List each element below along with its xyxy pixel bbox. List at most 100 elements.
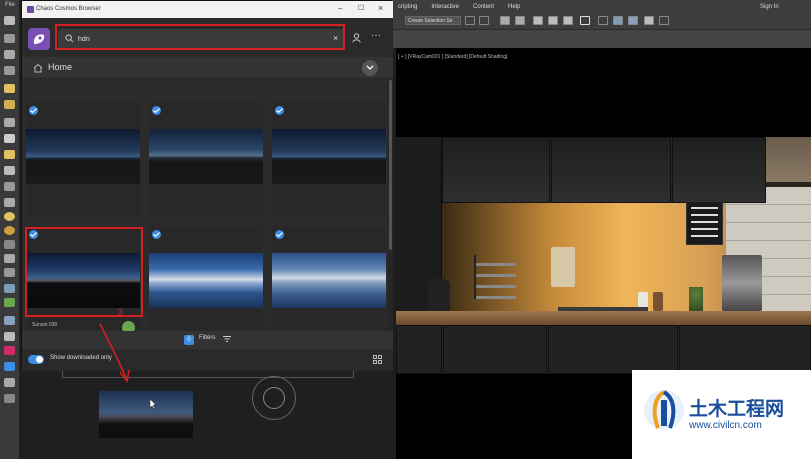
tool-icon[interactable]: [4, 198, 15, 207]
hdri-thumbnail: [272, 253, 386, 308]
tool-icon[interactable]: [4, 166, 15, 175]
filters-button[interactable]: Filters: [199, 335, 215, 341]
hdri-thumbnail: [149, 129, 263, 184]
asset-tile[interactable]: [272, 102, 386, 216]
light-icon[interactable]: [4, 150, 15, 159]
civilcn-logo-icon: [644, 390, 684, 430]
hdri-thumbnail: [149, 253, 263, 308]
help-icon[interactable]: [4, 394, 15, 403]
kettle: [428, 279, 450, 311]
downloaded-check-icon: [152, 106, 161, 115]
lower-cabinet: [396, 325, 442, 374]
home-label: Home: [48, 62, 73, 72]
tool-icon[interactable]: [4, 316, 15, 325]
downloaded-check-icon: [152, 230, 161, 239]
menu-item-help[interactable]: Help: [508, 4, 520, 10]
asset-tile[interactable]: [149, 226, 263, 340]
downloaded-check-icon: [29, 106, 38, 115]
left-toolbar: File: [0, 0, 20, 459]
countertop: [396, 311, 811, 325]
toolbar-icon[interactable]: [500, 16, 510, 25]
toolbar-icon[interactable]: [598, 16, 608, 25]
tool-icon[interactable]: [4, 182, 15, 191]
dome-light-gizmo: [252, 376, 296, 420]
toolbar-icon[interactable]: [628, 16, 638, 25]
maximize-icon[interactable]: ☐: [358, 4, 364, 12]
tool-icon[interactable]: [4, 254, 15, 263]
watermark-chinese-text: 土木工程网: [689, 398, 785, 420]
tool-icon[interactable]: [4, 268, 15, 277]
toolbar-icon[interactable]: [465, 16, 475, 25]
show-downloaded-toggle[interactable]: [28, 355, 44, 364]
upper-cabinet: [551, 137, 671, 203]
tool-icon[interactable]: [4, 284, 15, 293]
viewport-label[interactable]: [ + ] [VRayCam001 ] [Standard] [Default …: [398, 54, 507, 60]
grid-view-icon[interactable]: [373, 355, 382, 364]
window-title: Chaos Cosmos Browser: [36, 6, 101, 12]
sun-icon[interactable]: [4, 226, 15, 235]
window-titlebar[interactable]: Chaos Cosmos Browser – ☐ ×: [22, 1, 393, 18]
cutting-board: [551, 247, 575, 287]
coffee-machine: [722, 255, 762, 311]
tool-icon[interactable]: [4, 298, 15, 307]
sign-in-button[interactable]: Sign In: [760, 4, 779, 10]
tool-icon[interactable]: [4, 362, 15, 371]
toolbar-icon[interactable]: [533, 16, 543, 25]
toolbar-icon[interactable]: [479, 16, 489, 25]
hdri-material-thumbnail[interactable]: [99, 391, 193, 438]
close-icon[interactable]: ×: [378, 3, 383, 13]
filter-lines-icon[interactable]: [223, 335, 231, 343]
upper-cabinet: [442, 137, 550, 203]
menu-item-scripting[interactable]: cripting: [398, 4, 417, 10]
light-icon[interactable]: [4, 84, 15, 93]
undo-icon[interactable]: [4, 16, 15, 25]
asset-tile[interactable]: [272, 226, 386, 340]
annotation-3: 3: [118, 307, 124, 317]
more-options-icon[interactable]: ···: [371, 30, 381, 41]
material-editor-area: [21, 370, 392, 459]
toolbar-icon[interactable]: [548, 16, 558, 25]
chevron-down-icon[interactable]: [362, 60, 378, 76]
toolbar-icon[interactable]: [644, 16, 654, 25]
toolbar-icon[interactable]: [659, 16, 669, 25]
lower-cabinet: [443, 325, 547, 374]
menu-item-interactive[interactable]: Interactive: [431, 4, 459, 10]
asset-tile[interactable]: [149, 102, 263, 216]
plant: [689, 287, 703, 311]
tool-icon[interactable]: [4, 134, 15, 143]
toolbar-icon[interactable]: [515, 16, 525, 25]
selection-set-dropdown[interactable]: Create Selection Se: [405, 16, 461, 25]
downloaded-check-icon: [275, 106, 284, 115]
hdri-thumbnail: [26, 129, 140, 184]
max-menu-bar: cripting Interactive Content Help: [398, 4, 520, 10]
highlight-box-asset: [25, 227, 143, 317]
tool-icon[interactable]: [4, 118, 15, 127]
filters-bar[interactable]: 0 Filters: [22, 331, 393, 349]
tool-icon[interactable]: [4, 34, 15, 43]
tool-icon[interactable]: [4, 332, 15, 341]
filter-count-badge: 0: [184, 335, 194, 345]
watermark-url: www.civilcn.com: [689, 420, 762, 431]
cosmos-browser-window: Chaos Cosmos Browser – ☐ × × ··· 2 Home: [21, 0, 393, 371]
toolbar-icon[interactable]: [613, 16, 623, 25]
toolbar-icon[interactable]: [580, 16, 590, 25]
tool-icon[interactable]: [4, 50, 15, 59]
breadcrumb-home-bar[interactable]: Home: [22, 57, 393, 79]
tool-icon[interactable]: [4, 378, 15, 387]
cosmos-app-icon[interactable]: [28, 28, 50, 50]
menu-item-content[interactable]: Content: [473, 4, 494, 10]
light-icon[interactable]: [4, 100, 15, 109]
cosmos-icon[interactable]: [4, 346, 15, 355]
tool-icon[interactable]: [4, 240, 15, 249]
file-menu[interactable]: File: [0, 2, 20, 8]
downloaded-check-icon: [275, 230, 284, 239]
asset-tile[interactable]: [26, 102, 140, 216]
user-icon[interactable]: [352, 33, 361, 43]
browser-footer: Show downloaded only: [22, 349, 393, 371]
tool-icon[interactable]: [4, 66, 15, 75]
toolbar-icon[interactable]: [563, 16, 573, 25]
cosmos-logo-icon: [27, 6, 34, 13]
asset-grid-scrollbar[interactable]: [388, 80, 393, 331]
minimize-icon[interactable]: –: [338, 4, 342, 13]
sun-icon[interactable]: [4, 212, 15, 221]
